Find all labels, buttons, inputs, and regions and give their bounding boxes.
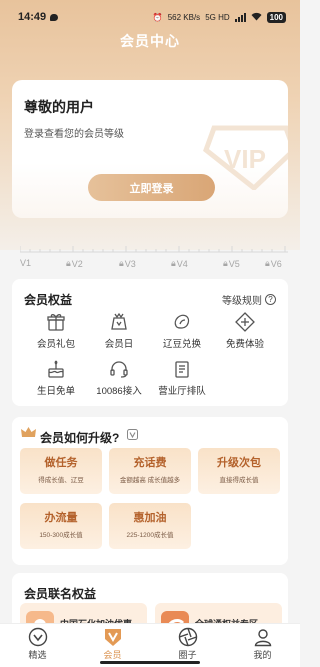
status-time: 14:49 — [18, 11, 47, 23]
vip-badge-icon — [127, 429, 138, 440]
user-greeting: 尊敬的用户 — [24, 99, 94, 115]
lock-icon: 🔒︎ — [223, 258, 228, 268]
headset-icon — [110, 361, 128, 378]
upgrade-refuel[interactable]: 惠加油 225-1200成长值 — [109, 503, 191, 549]
cobrand-title: 会员联名权益 — [24, 587, 97, 601]
benefit-10086[interactable]: 10086接入 — [84, 359, 154, 397]
network-type: 5G HD — [205, 12, 230, 22]
network-speed: 562 KB/s — [167, 12, 201, 22]
message-icon — [50, 13, 59, 21]
aperture-icon — [178, 627, 197, 647]
upgrade-card: 会员如何升级? 做任务 得成长值、辽豆 充话费 金额越高 成长值越多 升级次包 … — [12, 417, 288, 565]
lock-icon: 🔒︎ — [265, 258, 270, 268]
crown-bag-icon — [111, 312, 127, 330]
tab-featured[interactable]: 精选 — [0, 624, 75, 667]
level-v2: 🔒︎ V2 — [66, 258, 83, 269]
page-title: 会员中心 — [120, 33, 180, 49]
vip-icon — [104, 629, 121, 646]
login-button[interactable]: 立即登录 — [88, 174, 215, 201]
status-indicators: ⏰ 562 KB/s 5G HD 100 — [152, 11, 286, 23]
upgrade-recharge[interactable]: 充话费 金额越高 成长值越多 — [109, 448, 191, 494]
benefit-gift[interactable]: 会员礼包 — [21, 312, 91, 350]
signal-icon — [234, 12, 246, 22]
benefits-card: 会员权益 等级规则 ? 会员礼包 会员日 辽豆兑换 免费体验 生日免单 1008… — [12, 279, 288, 406]
alarm-icon: ⏰ — [152, 12, 163, 22]
gift-icon — [47, 314, 65, 331]
battery-indicator: 100 — [266, 11, 286, 23]
user-icon — [254, 629, 271, 647]
cake-icon — [48, 360, 64, 378]
status-bar: 14:49 ⏰ 562 KB/s 5G HD 100 — [0, 0, 300, 34]
user-card: VIP 尊敬的用户 登录查看您的会员等级 立即登录 — [12, 80, 288, 218]
lock-icon: 🔒︎ — [171, 258, 176, 268]
level-v3: 🔒︎ V3 — [119, 258, 136, 269]
level-rules-link[interactable]: 等级规则 ? — [222, 292, 276, 307]
level-labels: V1 🔒︎ V2 🔒︎ V3 🔒︎ V4 🔒︎ V5 🔒︎ V6 — [20, 258, 286, 270]
tab-mine[interactable]: 我的 — [225, 624, 300, 667]
benefit-bean-exchange[interactable]: 辽豆兑换 — [147, 312, 217, 350]
queue-ticket-icon — [175, 361, 189, 378]
upgrade-title: 会员如何升级? — [40, 431, 120, 445]
user-subtitle: 登录查看您的会员等级 — [24, 129, 124, 140]
level-v1: V1 — [20, 258, 32, 268]
lock-icon: 🔒︎ — [66, 258, 71, 268]
svg-text:VIP: VIP — [224, 144, 266, 174]
level-v5: 🔒︎ V5 — [223, 258, 240, 269]
plus-diamond-icon — [235, 312, 255, 332]
crown-icon — [21, 427, 36, 437]
level-v6: 🔒︎ V6 — [265, 258, 282, 269]
benefits-title: 会员权益 — [24, 293, 73, 307]
compass-icon — [28, 627, 47, 647]
benefit-birthday[interactable]: 生日免单 — [21, 359, 91, 397]
bean-icon — [174, 314, 190, 329]
level-v4: 🔒︎ V4 — [171, 258, 188, 269]
upgrade-data-plan[interactable]: 办流量 150-300成长值 — [20, 503, 102, 549]
wifi-icon — [251, 12, 262, 23]
level-progress-track — [20, 246, 288, 253]
lock-icon: 🔒︎ — [119, 258, 124, 268]
benefit-hall-queue[interactable]: 营业厅排队 — [147, 359, 217, 397]
upgrade-do-tasks[interactable]: 做任务 得成长值、辽豆 — [20, 448, 102, 494]
benefit-free-trial[interactable]: 免费体验 — [210, 312, 280, 350]
upgrade-package[interactable]: 升级次包 直接得成长值 — [198, 448, 280, 494]
benefit-member-day[interactable]: 会员日 — [84, 312, 154, 350]
help-icon: ? — [265, 294, 276, 305]
home-indicator — [100, 661, 200, 664]
